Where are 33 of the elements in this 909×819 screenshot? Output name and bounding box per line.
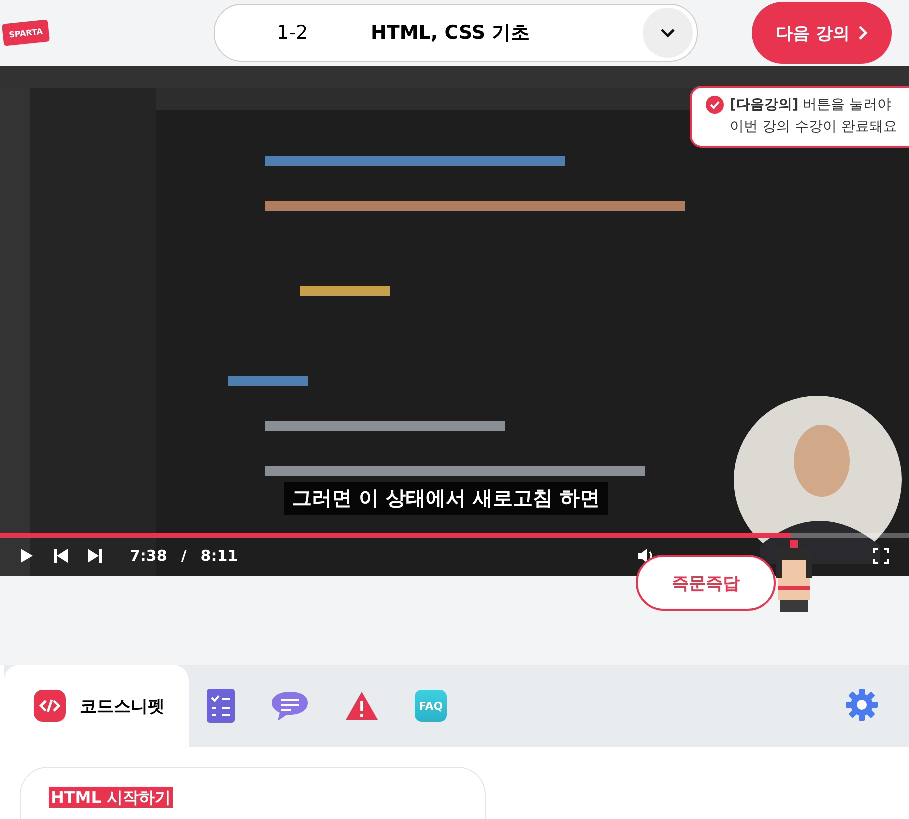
settings-icon: [845, 688, 879, 722]
warning-icon: [345, 691, 379, 721]
next-icon: [88, 549, 102, 563]
current-time: 7:38: [130, 547, 168, 565]
previous-button[interactable]: [54, 549, 68, 563]
snippet-title: HTML 시작하기: [49, 787, 173, 808]
faq-icon: FAQ: [415, 690, 447, 722]
tooltip-text: 이번 강의 수강이 완료돼요: [730, 118, 898, 136]
chevron-right-icon: [858, 25, 868, 41]
code-icon: [34, 690, 66, 722]
tooltip-text: [다음강의] 버튼을 눌러야: [730, 96, 892, 114]
previous-icon: [54, 549, 68, 563]
play-button[interactable]: [20, 548, 34, 564]
lecture-title: HTML, CSS 기초: [371, 21, 532, 46]
chevron-down-icon: [660, 28, 676, 38]
checklist-icon: [207, 689, 235, 723]
play-icon: [20, 548, 34, 564]
volume-icon[interactable]: [637, 548, 655, 564]
code-tab[interactable]: 코드스니펫: [4, 665, 189, 747]
fullscreen-icon[interactable]: [873, 548, 889, 564]
check-icon: [706, 96, 724, 114]
chat-icon: [271, 690, 309, 722]
logo[interactable]: SPARTA: [2, 20, 50, 46]
subtitle: 그러면 이 상태에서 새로고침 하면: [284, 482, 608, 515]
qa-button[interactable]: 즉문즉답: [636, 555, 776, 611]
next-button[interactable]: [88, 549, 102, 563]
lecture-number: 1-2: [277, 22, 310, 44]
duration: 8:11: [200, 547, 238, 565]
faq-tab[interactable]: FAQ: [397, 665, 465, 747]
next-lecture-button[interactable]: 다음 강의: [752, 2, 892, 64]
time-separator: /: [181, 547, 187, 565]
tab-label: 코드스니펫: [80, 696, 165, 718]
lecture-selector[interactable]: 1-2 HTML, CSS 기초: [214, 4, 698, 62]
